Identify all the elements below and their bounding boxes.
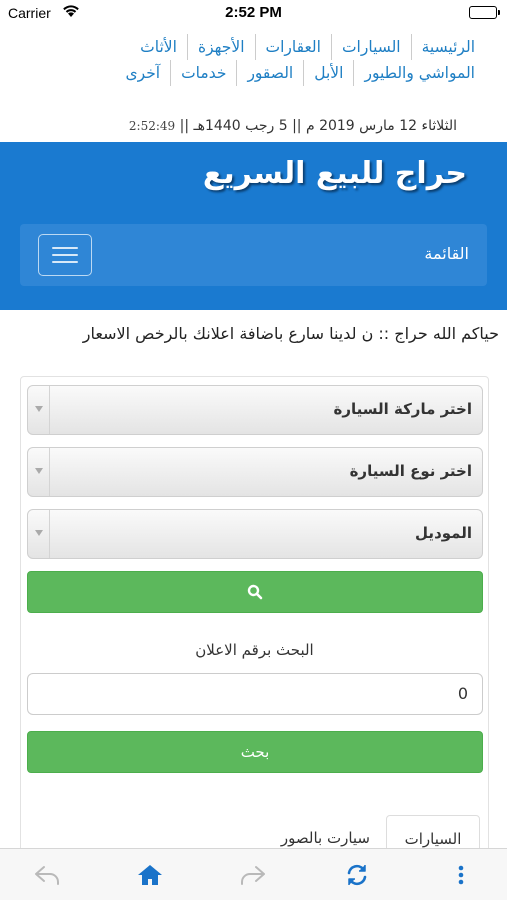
nav-link-other[interactable]: آخرى bbox=[116, 60, 171, 86]
live-clock: 2:52:49 bbox=[128, 119, 176, 133]
bottom-toolbar bbox=[0, 848, 507, 900]
nav-link-home[interactable]: الرئيسية bbox=[410, 34, 479, 60]
car-model-select-value: الموديل bbox=[415, 524, 472, 542]
menu-bar: القائمة bbox=[20, 224, 487, 286]
nav-link-real-estate[interactable]: العقارات bbox=[254, 34, 331, 60]
battery-icon bbox=[469, 6, 500, 19]
car-search-panel: اختر ماركة السيارة اختر نوع السيارة المو… bbox=[20, 376, 489, 863]
announcement-text: حياكم الله حراج :: ن لدينا سارع باضافة ا… bbox=[82, 324, 499, 343]
date-line: الثلاثاء 12 مارس 2019 م || 5 رجب 1440هـ … bbox=[129, 118, 457, 134]
top-nav-row-2: المواشي والطيور الأبل الصقور خدمات آخرى bbox=[19, 60, 479, 86]
clock-time: 2:52 PM bbox=[225, 4, 282, 21]
nav-link-cars[interactable]: السيارات bbox=[330, 34, 411, 60]
search-by-ad-number-label: البحث برقم الاعلان bbox=[195, 641, 314, 659]
dropdown-arrow-icon bbox=[28, 386, 50, 434]
car-model-select[interactable]: الموديل bbox=[27, 509, 483, 559]
site-title[interactable]: حراج للبيع السريع bbox=[203, 156, 467, 191]
tab-cars-with-photos[interactable]: سيارت بالصور bbox=[281, 829, 370, 847]
dropdown-arrow-icon bbox=[28, 510, 50, 558]
car-type-select[interactable]: اختر نوع السيارة bbox=[27, 447, 483, 497]
nav-link-devices[interactable]: الأجهزة bbox=[186, 34, 255, 60]
search-ad-number-button[interactable]: بحث bbox=[27, 731, 483, 773]
car-brand-select-value: اختر ماركة السيارة bbox=[333, 400, 472, 418]
car-type-select-value: اختر نوع السيارة bbox=[349, 462, 472, 480]
forward-arrow-icon[interactable] bbox=[238, 861, 268, 889]
site-header: حراج للبيع السريع القائمة bbox=[0, 142, 507, 310]
refresh-icon[interactable] bbox=[342, 861, 372, 889]
date-text: الثلاثاء 12 مارس 2019 م || 5 رجب 1440هـ … bbox=[179, 118, 457, 134]
search-cars-button[interactable] bbox=[27, 571, 483, 613]
status-bar: Carrier 2:52 PM bbox=[0, 0, 507, 26]
nav-link-furniture[interactable]: الأثاث bbox=[130, 34, 187, 60]
menu-label[interactable]: القائمة bbox=[424, 244, 469, 263]
dropdown-arrow-icon bbox=[28, 448, 50, 496]
nav-link-falcons[interactable]: الصقور bbox=[236, 60, 303, 86]
search-icon bbox=[247, 584, 263, 600]
back-arrow-icon[interactable] bbox=[32, 861, 62, 889]
car-brand-select[interactable]: اختر ماركة السيارة bbox=[27, 385, 483, 435]
nav-link-camels[interactable]: الأبل bbox=[303, 60, 353, 86]
top-nav-row-1: الرئيسية السيارات العقارات الأجهزة الأثا… bbox=[19, 34, 479, 60]
more-vertical-icon[interactable] bbox=[446, 861, 476, 889]
ad-number-input[interactable]: 0 bbox=[27, 673, 483, 715]
nav-link-services[interactable]: خدمات bbox=[170, 60, 236, 86]
ad-number-value: 0 bbox=[457, 684, 468, 703]
hamburger-menu-icon[interactable] bbox=[38, 234, 92, 276]
home-icon[interactable] bbox=[135, 861, 165, 889]
nav-link-livestock-birds[interactable]: المواشي والطيور bbox=[353, 60, 479, 86]
top-nav: الرئيسية السيارات العقارات الأجهزة الأثا… bbox=[19, 34, 479, 86]
announcement-marquee: حياكم الله حراج :: ن لدينا سارع باضافة ا… bbox=[0, 322, 507, 348]
